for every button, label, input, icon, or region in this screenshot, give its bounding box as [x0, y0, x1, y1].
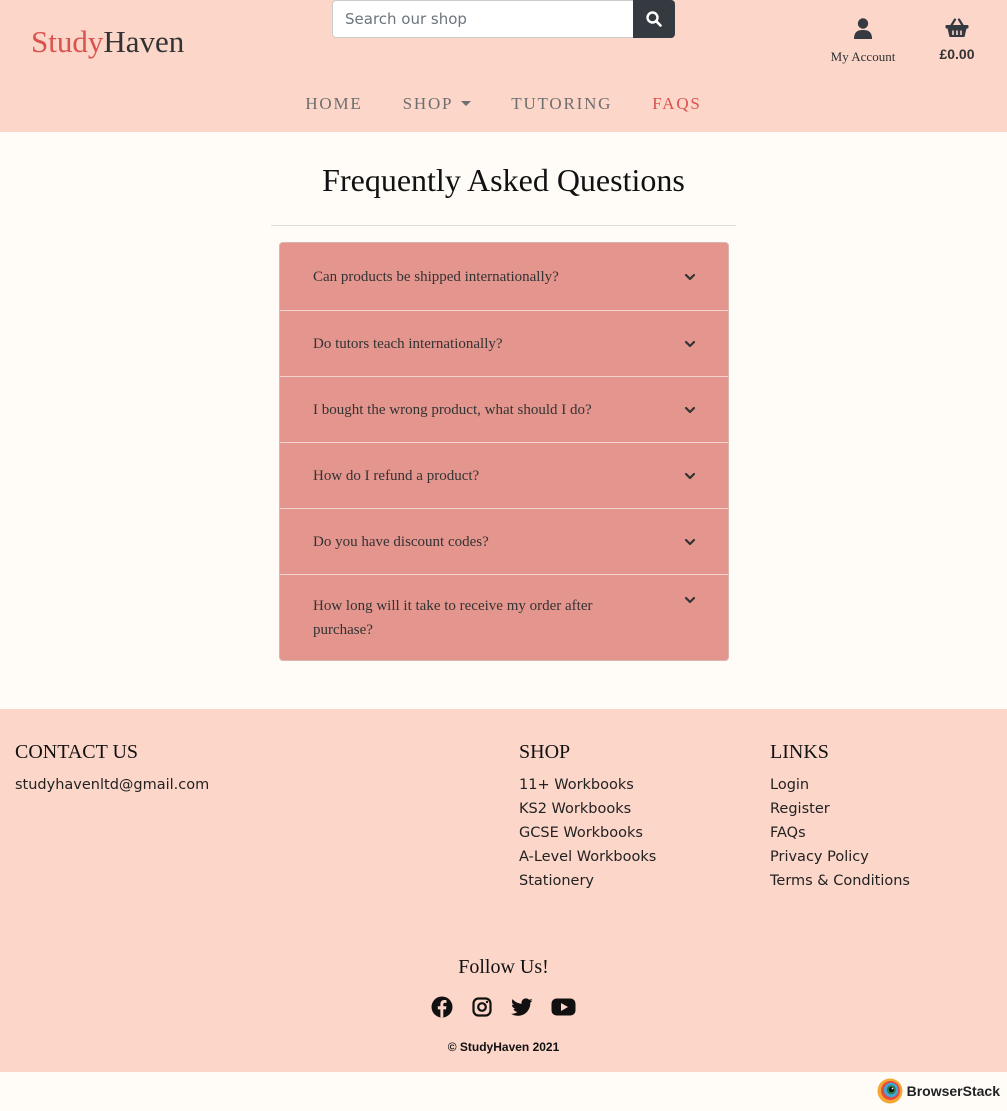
footer-shop: SHOP 11+ Workbooks KS2 Workbooks GCSE Wo…	[519, 741, 656, 893]
faq-item[interactable]: Do you have discount codes?	[280, 508, 728, 574]
instagram-icon	[471, 997, 492, 1017]
facebook-link[interactable]	[431, 996, 453, 1018]
site-footer: CONTACT US studyhavenltd@gmail.com SHOP …	[0, 709, 1007, 1072]
search-button[interactable]	[633, 0, 675, 38]
chevron-down-icon	[684, 273, 696, 280]
faq-item[interactable]: How do I refund a product?	[280, 442, 728, 508]
faq-question: Do you have discount codes?	[313, 533, 489, 550]
faq-question: How do I refund a product?	[313, 467, 480, 484]
footer-link-login[interactable]: Login	[770, 773, 910, 797]
footer-contact-heading: CONTACT US	[15, 741, 139, 763]
site-header: StudyHaven My Account £0.00 HOME	[0, 0, 1007, 132]
youtube-icon	[551, 998, 576, 1016]
page-title: Frequently Asked Questions	[322, 162, 685, 198]
my-account-label: My Account	[830, 49, 896, 64]
chevron-down-icon	[684, 538, 696, 545]
faq-item[interactable]: Can products be shipped internationally?	[280, 243, 728, 310]
chevron-down-icon	[684, 340, 696, 347]
faq-question: Can products be shipped internationally?	[313, 268, 559, 285]
faq-accordion: Can products be shipped internationally?…	[279, 242, 729, 661]
youtube-link[interactable]	[551, 996, 577, 1018]
faq-question: How long will it take to receive my orde…	[313, 598, 593, 638]
basket-total: £0.00	[939, 46, 975, 62]
footer-link-register[interactable]: Register	[770, 797, 910, 821]
instagram-link[interactable]	[471, 996, 493, 1018]
nav-home[interactable]: HOME	[285, 86, 382, 122]
my-account-link[interactable]: My Account	[826, 18, 900, 65]
search-icon	[646, 11, 662, 27]
footer-links: LINKS Login Register FAQs Privacy Policy…	[770, 741, 910, 893]
faq-item[interactable]: Do tutors teach internationally?	[280, 310, 728, 376]
footer-link-ks2[interactable]: KS2 Workbooks	[519, 797, 656, 821]
footer-shop-heading: SHOP	[519, 741, 571, 763]
follow-us-heading: Follow Us!	[458, 956, 549, 978]
main-nav: HOME SHOP TUTORING FAQS	[0, 86, 1007, 122]
nav-faqs[interactable]: FAQS	[632, 86, 721, 122]
logo-study: Study	[31, 24, 104, 59]
chevron-down-icon	[684, 472, 696, 479]
logo-haven: Haven	[103, 24, 185, 59]
user-icon	[854, 18, 872, 39]
browserstack-label: BrowserStack	[906, 1083, 1000, 1099]
social-links	[0, 996, 1007, 1018]
basket-link[interactable]: £0.00	[932, 18, 982, 62]
chevron-down-icon	[684, 406, 696, 413]
browserstack-badge: BrowserStack	[877, 1078, 1000, 1104]
nav-shop-label: SHOP	[402, 94, 454, 113]
footer-link-terms[interactable]: Terms & Conditions	[770, 869, 910, 893]
footer-link-faqs[interactable]: FAQs	[770, 821, 910, 845]
contact-email-link[interactable]: studyhavenltd@gmail.com	[15, 773, 209, 797]
search-input[interactable]	[332, 0, 634, 38]
facebook-icon	[431, 996, 452, 1018]
faq-question: Do tutors teach internationally?	[313, 335, 503, 352]
chevron-down-icon	[684, 596, 696, 604]
search-form	[332, 0, 675, 38]
twitter-icon	[510, 997, 533, 1016]
basket-icon	[945, 18, 969, 37]
twitter-link[interactable]	[510, 996, 533, 1018]
nav-tutoring[interactable]: TUTORING	[491, 86, 632, 122]
footer-link-gcse[interactable]: GCSE Workbooks	[519, 821, 656, 845]
copyright: © StudyHaven 2021	[447, 1040, 560, 1054]
faq-question: I bought the wrong product, what should …	[313, 401, 592, 418]
footer-link-stationery[interactable]: Stationery	[519, 869, 656, 893]
footer-link-alevel[interactable]: A-Level Workbooks	[519, 845, 656, 869]
footer-links-heading: LINKS	[770, 741, 829, 763]
faq-item[interactable]: How long will it take to receive my orde…	[280, 574, 728, 660]
footer-contact: CONTACT US studyhavenltd@gmail.com	[15, 741, 209, 797]
site-logo[interactable]: StudyHaven	[31, 24, 184, 60]
footer-link-privacy[interactable]: Privacy Policy	[770, 845, 910, 869]
faq-item[interactable]: I bought the wrong product, what should …	[280, 376, 728, 442]
footer-link-11plus[interactable]: 11+ Workbooks	[519, 773, 656, 797]
browserstack-logo-icon	[877, 1078, 903, 1104]
title-divider	[271, 225, 736, 226]
caret-down-icon	[461, 100, 472, 106]
nav-shop[interactable]: SHOP	[383, 86, 492, 122]
